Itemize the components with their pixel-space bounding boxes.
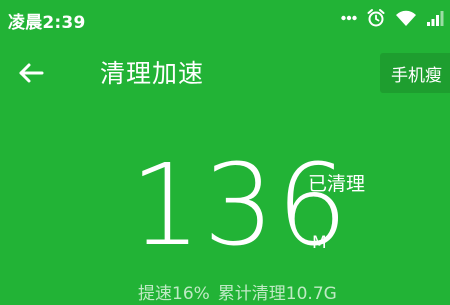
phone-slim-button[interactable]: 手机瘦 <box>380 53 450 93</box>
phone-slim-button-label: 手机瘦 <box>391 65 442 86</box>
status-icons <box>341 7 444 29</box>
back-arrow-icon <box>18 62 44 88</box>
status-time: 凌晨2:39 <box>8 13 86 33</box>
more-dots-icon <box>341 15 357 21</box>
wifi-icon <box>395 10 417 27</box>
summary-line: 提速16% 累计清理10.7G <box>138 283 337 305</box>
page-title: 清理加速 <box>100 59 205 88</box>
signal-icon <box>426 9 444 27</box>
cleaned-label: 已清理 <box>308 173 366 195</box>
total-cleaned-text: 累计清理10.7G <box>217 284 337 304</box>
cleaned-unit: M <box>312 233 327 253</box>
status-bar: 凌晨2:39 <box>0 0 450 38</box>
alarm-clock-icon <box>366 8 386 28</box>
toolbar: 清理加速 手机瘦 <box>0 48 450 102</box>
speedup-text: 提速16% <box>138 284 210 304</box>
back-button[interactable] <box>18 58 58 92</box>
